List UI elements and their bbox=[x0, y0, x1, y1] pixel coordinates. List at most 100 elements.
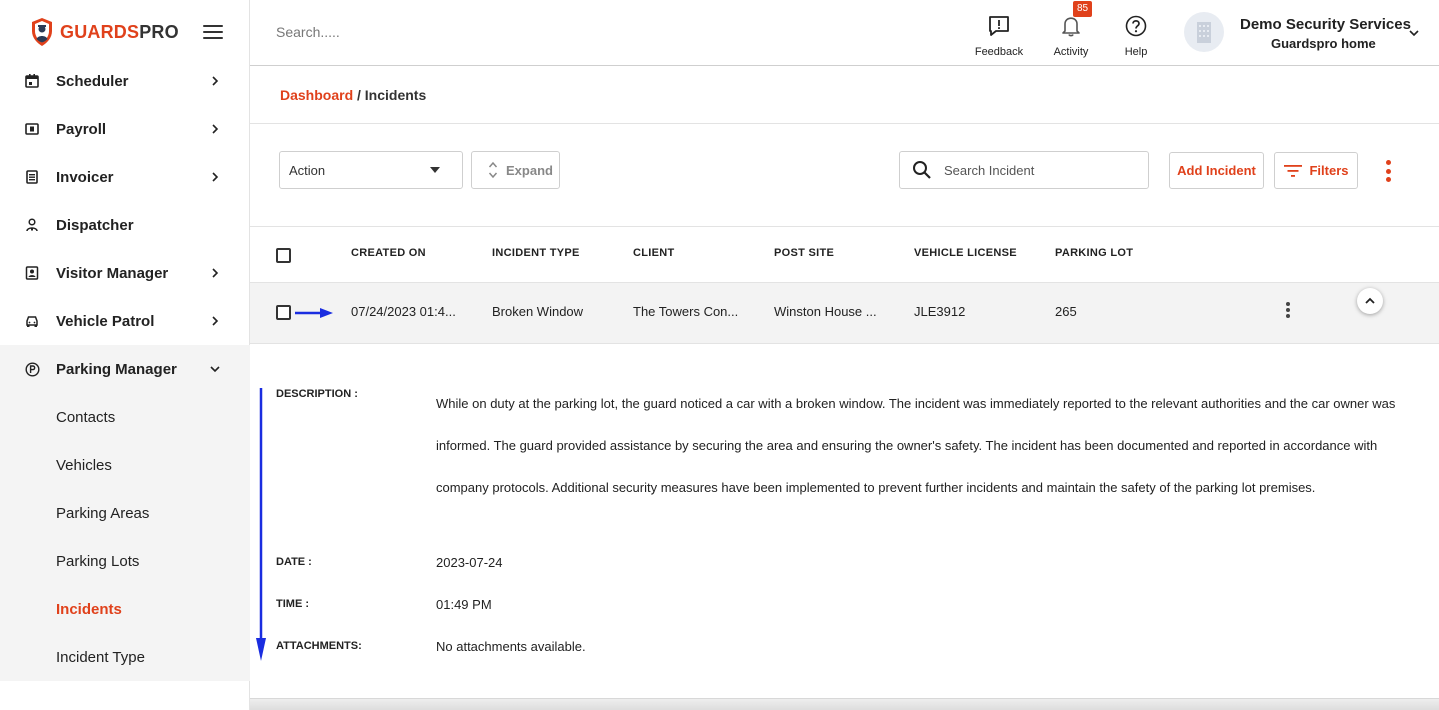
activity-badge: 85 bbox=[1073, 1, 1093, 17]
parking-icon bbox=[24, 361, 40, 377]
activity-button[interactable]: 85 Activity bbox=[1041, 1, 1101, 60]
sidebar-item-label: Payroll bbox=[56, 120, 107, 138]
payroll-icon bbox=[24, 121, 40, 137]
description-label: DESCRIPTION : bbox=[276, 388, 358, 400]
sidebar-item-invoicer[interactable]: Invoicer bbox=[0, 153, 250, 201]
sidebar-item-label: Scheduler bbox=[56, 72, 129, 90]
column-header-post-site[interactable]: POST SITE bbox=[774, 247, 834, 259]
sidebar-subitem-contacts[interactable]: Contacts bbox=[0, 393, 250, 441]
time-value: 01:49 PM bbox=[436, 597, 492, 612]
car-icon bbox=[24, 313, 40, 329]
help-icon bbox=[1125, 15, 1147, 37]
filters-button[interactable]: Filters bbox=[1274, 152, 1358, 189]
sidebar-item-label: Parking Manager bbox=[56, 360, 177, 378]
bell-icon bbox=[1062, 17, 1080, 37]
calendar-icon bbox=[24, 73, 40, 89]
filters-label: Filters bbox=[1309, 163, 1349, 178]
row-more-options-icon[interactable] bbox=[1283, 300, 1293, 320]
chevron-right-icon bbox=[212, 316, 219, 326]
sidebar-nav: Scheduler Payroll Invoicer Dispatcher Vi… bbox=[0, 57, 250, 681]
help-button[interactable]: Help bbox=[1106, 14, 1166, 60]
date-value: 2023-07-24 bbox=[436, 555, 503, 570]
visitor-icon bbox=[24, 265, 40, 281]
sidebar-item-label: Visitor Manager bbox=[56, 264, 169, 282]
cell-post-site: Winston House ... bbox=[774, 304, 877, 319]
sidebar-item-vehicle-patrol[interactable]: Vehicle Patrol bbox=[0, 297, 250, 345]
user-workspace: Guardspro home bbox=[1271, 36, 1376, 51]
sidebar-item-payroll[interactable]: Payroll bbox=[0, 105, 250, 153]
breadcrumb-dashboard-link[interactable]: Dashboard bbox=[280, 87, 353, 103]
user-name: Demo Security Services bbox=[1240, 16, 1411, 33]
add-incident-button[interactable]: Add Incident bbox=[1169, 152, 1264, 189]
more-options-icon[interactable] bbox=[1380, 158, 1396, 184]
feedback-button[interactable]: Feedback bbox=[969, 14, 1029, 60]
sidebar-subitem-parking-lots[interactable]: Parking Lots bbox=[0, 537, 250, 585]
divider bbox=[250, 123, 1439, 124]
cell-client: The Towers Con... bbox=[633, 304, 739, 319]
column-header-incident-type[interactable]: INCIDENT TYPE bbox=[492, 247, 580, 259]
invoice-icon bbox=[24, 169, 40, 185]
incident-search-box bbox=[899, 151, 1149, 189]
feedback-icon bbox=[989, 16, 1009, 36]
column-header-parking-lot[interactable]: PARKING LOT bbox=[1055, 247, 1133, 259]
sidebar-item-label: Vehicle Patrol bbox=[56, 312, 155, 330]
chevron-right-icon bbox=[212, 124, 219, 134]
description-text: While on duty at the parking lot, the gu… bbox=[436, 396, 1396, 495]
sidebar-subitem-vehicles[interactable]: Vehicles bbox=[0, 441, 250, 489]
breadcrumb-current: Incidents bbox=[364, 87, 427, 103]
cell-vehicle-license: JLE3912 bbox=[914, 304, 966, 319]
action-select-value: Action bbox=[289, 162, 326, 178]
sidebar-item-dispatcher[interactable]: Dispatcher bbox=[0, 201, 250, 249]
sidebar-subitem-parking-areas[interactable]: Parking Areas bbox=[0, 489, 250, 537]
shield-logo-icon bbox=[32, 18, 52, 46]
expand-icon bbox=[488, 161, 498, 179]
row-checkbox[interactable] bbox=[276, 305, 291, 320]
feedback-label: Feedback bbox=[974, 46, 1024, 58]
breadcrumb: Dashboard / Incidents bbox=[280, 87, 426, 103]
chevron-right-icon bbox=[212, 76, 219, 86]
sidebar-item-visitor-manager[interactable]: Visitor Manager bbox=[0, 249, 250, 297]
select-all-checkbox[interactable] bbox=[276, 248, 291, 263]
avatar[interactable] bbox=[1184, 12, 1224, 52]
action-select[interactable]: Action bbox=[279, 151, 463, 189]
sidebar-item-parking-manager[interactable]: Parking Manager bbox=[0, 345, 250, 393]
chevron-right-icon bbox=[212, 172, 219, 182]
column-header-vehicle-license[interactable]: VEHICLE LICENSE bbox=[914, 247, 1017, 259]
topbar: Feedback 85 Activity Help Demo Security … bbox=[250, 0, 1439, 66]
building-icon bbox=[1197, 22, 1211, 43]
dispatcher-icon bbox=[24, 217, 40, 233]
column-header-client[interactable]: CLIENT bbox=[633, 247, 675, 259]
column-header-created-on[interactable]: CREATED ON bbox=[351, 247, 426, 259]
collapse-row-button[interactable] bbox=[1357, 288, 1383, 314]
filter-icon bbox=[1284, 164, 1303, 177]
sidebar-item-label: Dispatcher bbox=[56, 216, 134, 234]
logo-text: GUARDSPRO bbox=[60, 21, 179, 42]
arrow-down-annotation-icon bbox=[256, 388, 266, 661]
sidebar-item-scheduler[interactable]: Scheduler bbox=[0, 57, 250, 105]
menu-toggle-icon[interactable] bbox=[203, 25, 223, 41]
date-label: DATE : bbox=[276, 556, 312, 568]
cell-incident-type: Broken Window bbox=[492, 304, 584, 319]
search-icon bbox=[913, 161, 931, 179]
cell-created-on: 07/24/2023 01:4... bbox=[351, 304, 456, 319]
chevron-down-icon[interactable] bbox=[1408, 27, 1420, 39]
arrow-right-annotation-icon bbox=[295, 308, 333, 318]
logo[interactable]: GUARDSPRO bbox=[30, 16, 179, 48]
chevron-up-icon bbox=[1365, 297, 1375, 304]
sidebar-subitem-incidents[interactable]: Incidents bbox=[0, 585, 250, 633]
search-incident-input[interactable] bbox=[944, 162, 1134, 178]
time-label: TIME : bbox=[276, 598, 309, 610]
attachments-value: No attachments available. bbox=[436, 639, 586, 654]
expand-label: Expand bbox=[506, 162, 553, 178]
cell-parking-lot: 265 bbox=[1055, 304, 1077, 319]
caret-down-icon bbox=[430, 167, 440, 173]
parking-manager-group: Parking Manager Contacts Vehicles Parkin… bbox=[0, 345, 250, 681]
sidebar-item-label: Invoicer bbox=[56, 168, 114, 186]
chevron-right-icon bbox=[212, 268, 219, 278]
expand-button[interactable]: Expand bbox=[471, 151, 560, 189]
global-search-input[interactable] bbox=[276, 24, 576, 40]
chevron-down-icon bbox=[210, 366, 220, 373]
sidebar-subitem-incident-type[interactable]: Incident Type bbox=[0, 633, 250, 681]
breadcrumb-separator: / bbox=[357, 87, 361, 103]
app-root: GUARDSPRO Scheduler Payroll Invoicer Dis bbox=[0, 0, 1439, 710]
